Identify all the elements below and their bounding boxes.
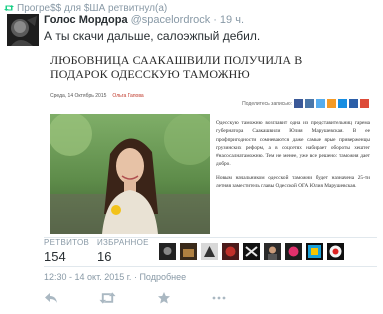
facebook-icon [294,99,303,108]
retweeter-text[interactable]: Прогре$$ для $ША ретвитнул(а) [17,3,167,14]
tweet-actions [44,291,267,305]
timestamp-separator: · [133,272,137,282]
livejournal-icon [349,99,358,108]
avatar-image [7,14,39,46]
header-separator: · [213,14,217,26]
twitter-icon [316,99,325,108]
tweet-stats: РЕТВИТОВ 154 ИЗБРАННОЕ 16 [44,238,377,266]
more-icon[interactable] [212,291,226,305]
retweet-context: Прогре$$ для $ША ретвитнул(а) [4,2,167,14]
user-avatar[interactable] [264,243,281,260]
retweet-icon [4,5,14,11]
article-paragraph: Новым начальником одесской таможни будет… [216,174,370,190]
tweet-timestamp: 12:30 - 14 окт. 2015 г. · Подробнее [44,272,186,282]
user-avatar[interactable] [201,243,218,260]
user-avatar[interactable] [327,243,344,260]
author-name[interactable]: Голос Мордора [44,14,128,26]
article-title: ЛЮБОВНИЦА СААКАШВИЛИ ПОЛУЧИЛА В ПОДАРОК … [50,53,303,81]
article-paragraph: Одесскую таможню возглавит одна из предс… [216,120,370,168]
mailru-icon [338,99,347,108]
article-card[interactable]: ЛЮБОВНИЦА СААКАШВИЛИ ПОЛУЧИЛА В ПОДАРОК … [44,48,377,238]
timestamp-text: 12:30 - 14 окт. 2015 г. [44,272,132,282]
divider [44,266,377,267]
user-avatar[interactable] [159,243,176,260]
article-body: Одесскую таможню возглавит одна из предс… [216,119,370,195]
article-photo [50,114,210,234]
retweets-count: 154 [44,249,66,264]
favorites-count: 16 [97,249,112,264]
share-bar: Поделитесь записью: [242,99,369,108]
retweets-stat[interactable]: РЕТВИТОВ 154 [44,238,89,264]
retweets-label: РЕТВИТОВ [44,238,90,247]
vk-icon [305,99,314,108]
odnoklassniki-icon [327,99,336,108]
star-icon[interactable] [157,291,171,305]
article-date: Среда, 14 Октябрь 2015 [50,93,107,99]
google-plus-icon [360,99,369,108]
engagement-avatars [159,243,344,260]
avatar[interactable] [7,14,39,46]
user-avatar[interactable] [180,243,197,260]
favorites-label: ИЗБРАННОЕ [97,238,149,247]
favorites-stat[interactable]: ИЗБРАННОЕ 16 [97,238,149,264]
reply-icon[interactable] [44,291,58,305]
share-label: Поделитесь записью: [242,100,292,107]
article-author: Ольга Гапова [112,93,144,99]
user-avatar[interactable] [285,243,302,260]
tweet-time[interactable]: 19 ч. [220,14,244,26]
tweet-text: А ты скачи дальше, салоэжпый дебил. [44,29,261,43]
author-handle[interactable]: @spacelordrock [131,14,211,26]
article-meta: Среда, 14 Октябрь 2015 Ольга Гапова [50,93,144,99]
retweet-icon[interactable] [99,291,116,305]
user-avatar[interactable] [243,243,260,260]
details-link[interactable]: Подробнее [139,272,186,282]
tweet-header: Голос Мордора @spacelordrock · 19 ч. [44,14,244,26]
user-avatar[interactable] [222,243,239,260]
user-avatar[interactable] [306,243,323,260]
